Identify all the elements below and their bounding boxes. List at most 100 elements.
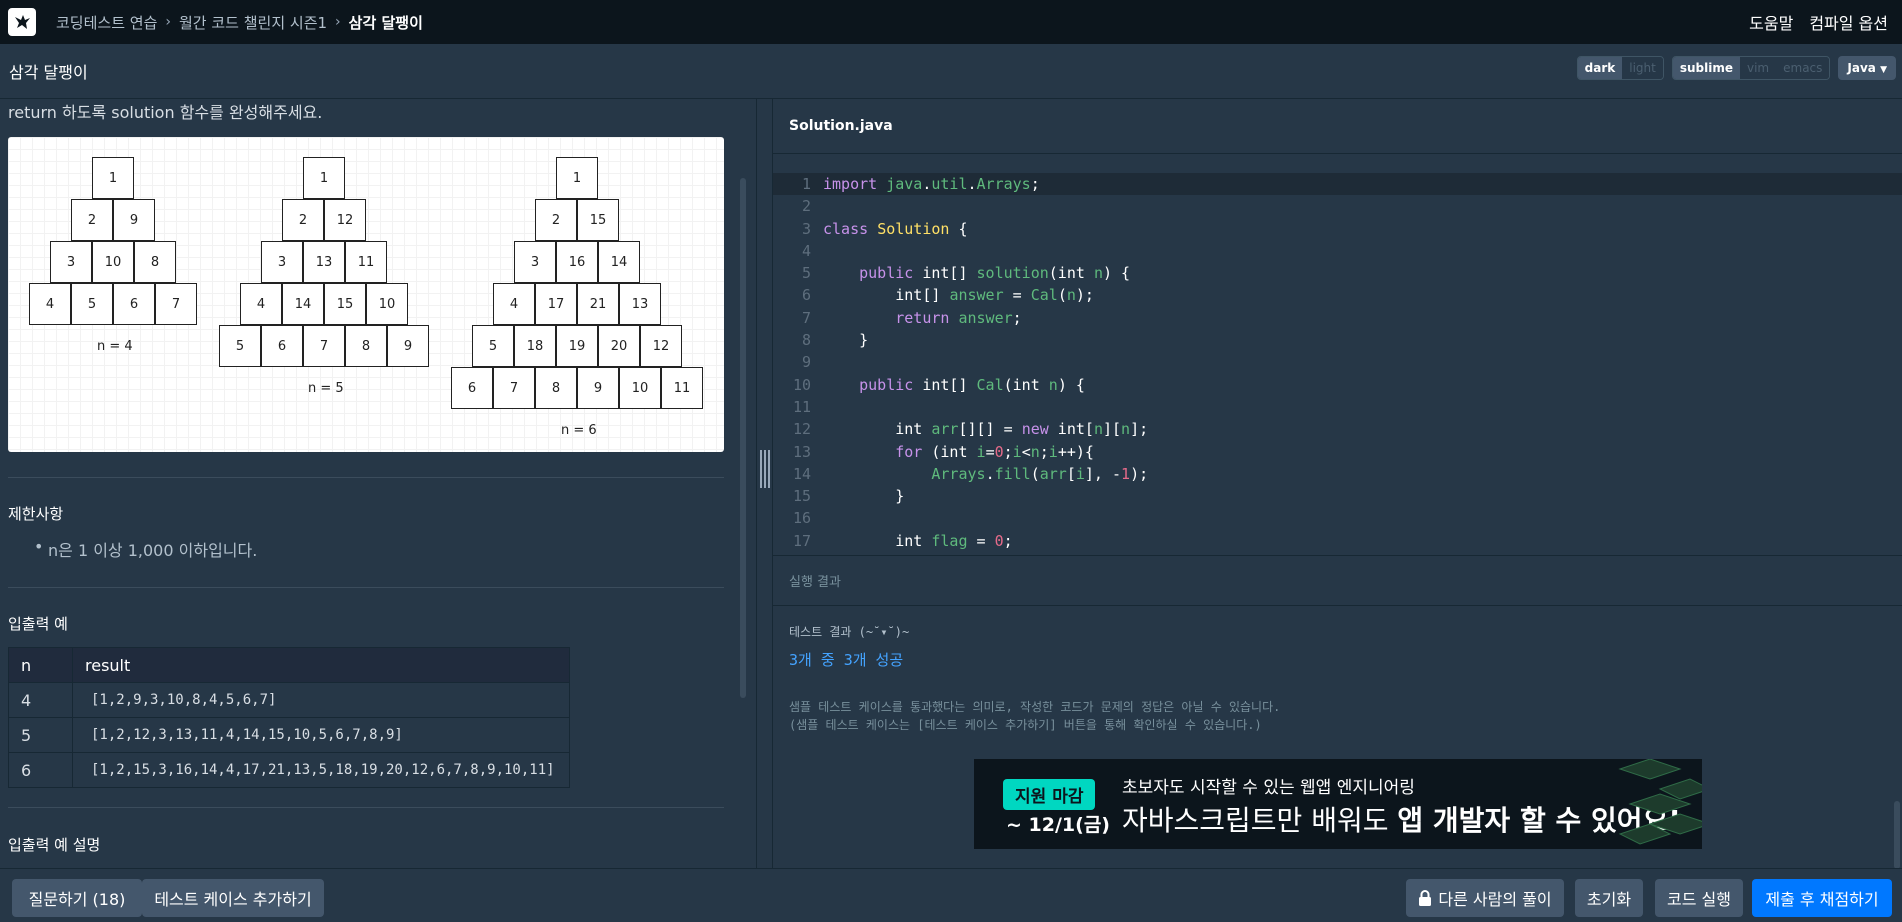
triangle-cell: 5 [472,325,514,367]
triangle-cell: 3 [50,241,92,283]
cell-result: [1,2,15,3,16,14,4,17,21,13,5,18,19,20,12… [72,752,570,788]
triangle-cell: 19 [556,325,598,367]
problem-scrollbar[interactable] [740,178,746,698]
theme-dark-button[interactable]: dark [1577,57,1623,79]
triangle-cell: 13 [303,241,345,283]
code-line[interactable]: 6 int[] answer = Cal(n); [773,284,1902,306]
code-line[interactable]: 16 [773,507,1902,529]
triangle-cell: 5 [71,283,113,325]
triangle-cell: 1 [92,157,134,199]
triangle-cell: 15 [577,199,619,241]
code-line[interactable]: 9 [773,351,1902,373]
breadcrumb-challenge[interactable]: 월간 코드 챌린지 시즌1 [179,12,327,33]
code-line[interactable]: 14 Arrays.fill(arr[i], -1); [773,463,1902,485]
column-header-result: result [72,647,570,683]
language-select[interactable]: Java ▼ [1838,56,1896,80]
theme-light-button[interactable]: light [1622,57,1663,79]
triangle-cell: 11 [345,241,387,283]
code-line[interactable]: 1 import java.util.Arrays; [773,173,1902,196]
pane-resize-handle[interactable] [756,99,772,868]
triangle-cell: 17 [535,283,577,325]
line-number: 8 [801,331,811,350]
code-editor[interactable]: Solution.java 1 import java.util.Arrays; 2… [772,99,1902,555]
line-number: 2 [801,197,811,216]
triangle-cell: 5 [219,325,261,367]
code-text: Arrays.fill(arr[i], -1); [931,464,1149,483]
other-solutions-button[interactable]: 다른 사람의 풀이 [1406,879,1564,917]
deadline-badge: 지원 마감 [1003,779,1096,810]
io-desc-heading: 입출력 예 설명 [8,836,101,854]
lesson-bar: 삼각 달팽이 dark light sublime vim emacs Java… [0,44,1902,99]
line-number: 14 [792,464,811,483]
code-line[interactable]: 12 int arr[][] = new int[n][n]; [773,418,1902,440]
cell-n: 5 [8,717,73,753]
triangle-label: n = 5 [308,381,344,396]
code-line[interactable]: 10 public int[] Cal(int n) { [773,374,1902,396]
triangle-cell: 3 [261,241,303,283]
banner-headline: 자바스크립트만 배워도 앱 개발자 할 수 있어요! [1122,799,1681,839]
top-nav: 코딩테스트 연습 › 월간 코드 챌린지 시즌1 › 삼각 달팽이 도움말 컴파… [0,0,1902,44]
triangle-cell: 9 [577,367,619,409]
code-text: } [823,331,869,350]
output-header: 실행 결과 [773,556,1902,606]
cell-result: [1,2,12,3,13,11,4,14,15,10,5,6,7,8,9] [72,717,570,753]
column-header-n: n [8,647,73,683]
triangle-cell: 1 [303,157,345,199]
code-line[interactable]: 11 [773,396,1902,418]
code-line[interactable]: 5 public int[] solution(int n) { [773,262,1902,284]
divider [8,477,724,478]
triangle-cell: 7 [155,283,197,325]
code-text: } [823,487,905,506]
line-number: 3 [801,219,811,238]
code-text: int[] answer = Cal(n); [823,286,1094,305]
code-line[interactable]: 15 } [773,485,1902,507]
caret-down-icon: ▼ [1880,65,1887,75]
triangle-label: n = 6 [561,423,597,438]
run-code-button[interactable]: 코드 실행 [1655,879,1743,917]
code-text: class Solution { [823,219,968,238]
language-label: Java [1847,61,1876,75]
code-text: return answer; [895,308,1022,327]
code-line[interactable]: 8 } [773,329,1902,351]
line-number: 9 [801,353,811,372]
io-heading: 입출력 예 [8,615,68,633]
logo-icon[interactable] [8,8,36,36]
triangle-cell: 7 [303,325,345,367]
compile-options-link[interactable]: 컴파일 옵션 [1809,10,1888,34]
table-row: 6 [1,2,15,3,16,14,4,17,21,13,5,18,19,20,… [8,752,570,788]
test-note: 샘플 테스트 케이스를 통과했다는 의미로, 작성한 코드가 문제의 정답은 아… [789,700,1281,714]
triangle-cell: 6 [451,367,493,409]
help-link[interactable]: 도움말 [1749,10,1793,34]
keymap-sublime-button[interactable]: sublime [1672,57,1740,79]
code-line[interactable]: 13 for (int i=0;i<n;i++){ [773,441,1902,463]
code-line[interactable]: 17 int flag = 0; [773,530,1902,552]
line-number: 16 [792,509,811,528]
triangle-cell: 7 [493,367,535,409]
code-line[interactable]: 2 [773,195,1902,217]
code-line[interactable]: 7 return answer; [773,307,1902,329]
code-text: public int[] solution(int n) { [859,264,1131,283]
ask-question-button[interactable]: 질문하기 (18) [12,879,142,917]
keymap-vim-button[interactable]: vim [1740,57,1777,79]
triangle-cell: 2 [282,199,324,241]
ad-banner[interactable]: 지원 마감 ~ 12/1(금) 초보자도 시작할 수 있는 웹앱 엔지니어링 자… [974,759,1702,849]
line-number: 10 [792,375,811,394]
code-line[interactable]: 4 [773,240,1902,262]
code-line[interactable]: 3 class Solution { [773,218,1902,240]
banner-headline-prefix: 자바스크립트만 배워도 [1122,804,1398,837]
submit-button[interactable]: 제출 후 채점하기 [1752,879,1892,917]
divider [8,807,724,808]
deadline-date: ~ 12/1(금) [1006,814,1110,836]
keymap-emacs-button[interactable]: emacs [1776,57,1830,79]
code-area[interactable]: 1 import java.util.Arrays; 2 3 class Solutio… [773,173,1902,552]
test-result-summary: 3개 중 3개 성공 [789,651,904,669]
triangle-cell: 4 [493,283,535,325]
line-number: 1 [801,175,811,193]
output-scrollbar[interactable] [1894,801,1900,869]
reset-button[interactable]: 초기화 [1575,879,1643,917]
add-test-case-button[interactable]: 테스트 케이스 추가하기 [142,879,324,917]
line-number: 6 [801,286,811,305]
breadcrumb-practice[interactable]: 코딩테스트 연습 [56,12,157,33]
